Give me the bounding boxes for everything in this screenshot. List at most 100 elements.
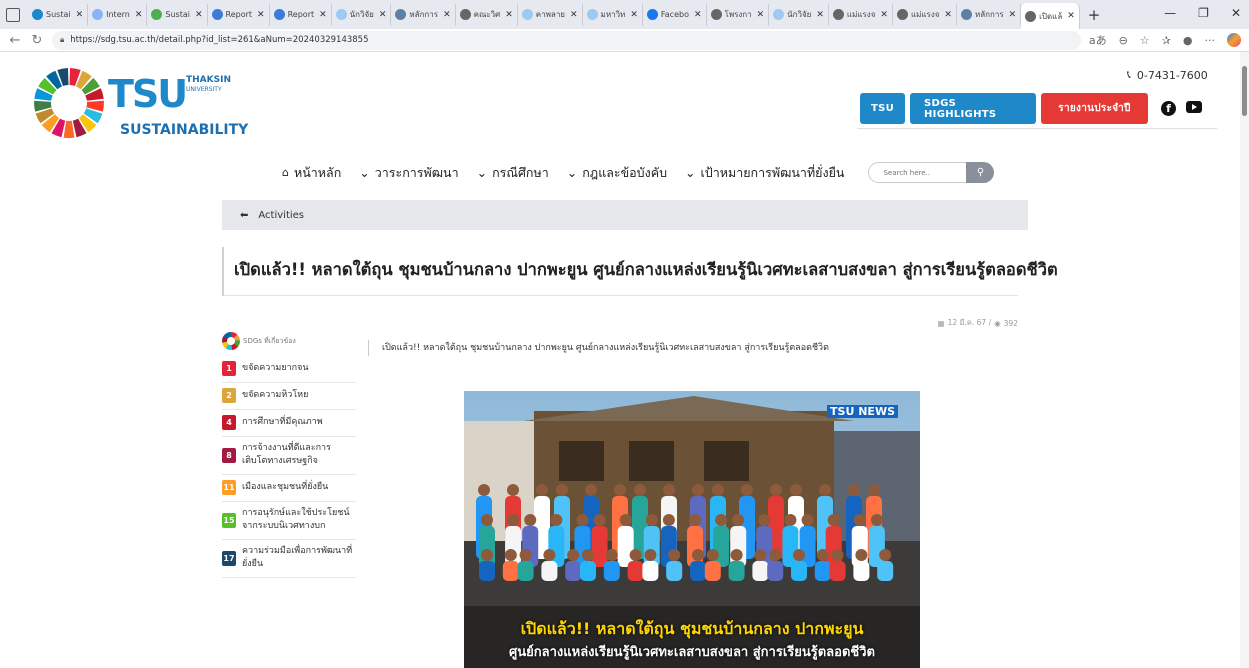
person-head	[524, 514, 537, 526]
nav-home[interactable]: ⌂ หน้าหลัก	[282, 163, 341, 183]
tab-actions-icon[interactable]	[6, 7, 20, 22]
person-head	[689, 514, 701, 526]
chevron-down-icon: ⌄	[359, 165, 370, 180]
read-aloud-icon[interactable]: aあ	[1089, 32, 1107, 48]
search-input[interactable]	[868, 162, 971, 183]
tab-title: คาพลาย	[535, 10, 565, 19]
tab-close-icon[interactable]: ✕	[570, 10, 578, 20]
sdg-item[interactable]: 8 การจ้างงานที่ดีและการเติบโตทางเศรษฐกิจ	[222, 437, 356, 475]
person-head	[855, 549, 868, 561]
tab-list: Sustai ✕ Intern ✕ Sustai ✕ Report ✕ Report ✕ นักวิ…	[28, 0, 1080, 29]
tab-close-icon[interactable]: ✕	[443, 10, 451, 20]
sdg-label: การอนุรักษ์และใช้ประโยชน์จากระบบนิเวศทาง…	[242, 508, 350, 531]
browser-tab[interactable]: แม่แรงจ ✕	[893, 3, 957, 26]
browser-tab[interactable]: คณะวิศ ✕	[456, 3, 518, 26]
browser-tab[interactable]: Sustai ✕	[28, 3, 89, 26]
restore-icon[interactable]: ❐	[1198, 6, 1209, 20]
nav-item-regulations[interactable]: ⌄ กฎและข้อบังคับ	[567, 163, 667, 183]
sdg-item[interactable]: 17 ความร่วมมือเพื่อการพัฒนาที่ยั่งยืน	[222, 540, 356, 578]
facebook-icon[interactable]: f	[1161, 101, 1176, 116]
tab-close-icon[interactable]: ✕	[1009, 10, 1017, 20]
more-menu-icon[interactable]: ···	[1205, 34, 1216, 47]
browser-tab[interactable]: นักวิจัย ✕	[769, 3, 829, 26]
person-head	[819, 484, 831, 496]
browser-tab[interactable]: Intern ✕	[88, 3, 148, 26]
tab-close-icon[interactable]: ✕	[505, 10, 513, 20]
browser-tab[interactable]: หลักการ ✕	[957, 3, 1022, 26]
new-tab-icon[interactable]: +	[1080, 6, 1109, 24]
profile-icon[interactable]: ●	[1183, 34, 1193, 47]
browser-tab[interactable]: เปิดแล้ ✕	[1021, 3, 1080, 29]
browser-tab[interactable]: Report ✕	[208, 3, 270, 26]
sdg-item[interactable]: 15 การอนุรักษ์และใช้ประโยชน์จากระบบนิเวศท…	[222, 502, 356, 540]
browser-tab[interactable]: Report ✕	[270, 3, 332, 26]
tab-close-icon[interactable]: ✕	[880, 10, 888, 20]
tab-close-icon[interactable]: ✕	[379, 10, 387, 20]
breadcrumb-activities[interactable]: Activities	[258, 210, 304, 221]
browser-tab[interactable]: มหาวิท ✕	[583, 3, 643, 26]
person-head	[801, 514, 814, 526]
nav-item-agenda[interactable]: ⌄ วาระการพัฒนา	[359, 163, 458, 183]
tab-close-icon[interactable]: ✕	[816, 10, 824, 20]
zoom-icon[interactable]: ⊖	[1119, 34, 1128, 47]
logo-university-text: THAKSIN UNIVERSITY	[186, 76, 231, 94]
tab-close-icon[interactable]: ✕	[944, 10, 952, 20]
back-arrow-icon[interactable]: ⬅	[240, 210, 248, 221]
sdg-wheel-icon	[222, 332, 240, 350]
person-head	[816, 549, 829, 561]
person-head	[732, 514, 745, 526]
sdgs-highlights-button[interactable]: SDGS HIGHLIGHTS	[910, 93, 1036, 124]
browser-tab[interactable]: โพรงกา ✕	[707, 3, 770, 26]
minimize-icon[interactable]: —	[1164, 6, 1176, 20]
person-head	[629, 549, 642, 561]
copilot-icon[interactable]	[1227, 33, 1241, 47]
nav-item-case-studies[interactable]: ⌄ กรณีศึกษา	[477, 163, 549, 183]
tab-close-icon[interactable]: ✕	[76, 10, 84, 20]
person-head	[556, 484, 568, 496]
browser-tab[interactable]: หลักการ ✕	[391, 3, 456, 26]
scrollbar-thumb[interactable]	[1242, 66, 1247, 116]
sdg-item[interactable]: 4 การศึกษาที่มีคุณภาพ	[222, 410, 356, 437]
nav-item-label: วาระการพัฒนา	[374, 164, 459, 180]
back-icon[interactable]: ←	[8, 33, 22, 48]
page-scrollbar[interactable]	[1240, 52, 1249, 668]
related-sdgs-title: SDGs ที่เกี่ยวข้อง	[243, 336, 296, 345]
youtube-icon[interactable]	[1186, 101, 1202, 113]
tab-title: Facebo	[660, 10, 689, 19]
nav-home-label: หน้าหลัก	[293, 164, 342, 180]
refresh-icon[interactable]: ↻	[30, 33, 44, 48]
sdg-item[interactable]: 2 ขจัดความหิวโหย	[222, 383, 356, 410]
sdg-label: ขจัดความหิวโหย	[242, 390, 309, 400]
person-head	[567, 549, 580, 561]
tab-close-icon[interactable]: ✕	[630, 10, 638, 20]
tab-close-icon[interactable]: ✕	[135, 10, 143, 20]
site-info-icon[interactable]: 🔒︎	[60, 35, 64, 45]
person-head	[848, 484, 860, 496]
nav-item-sdg-goals[interactable]: ⌄ เป้าหมายการพัฒนาที่ยั่งยืน	[685, 163, 844, 183]
tab-title: นักวิจัย	[787, 10, 812, 19]
article-photo[interactable]: TSU NEWS เปิดแล้ว!! หลาดใต้ถุน ชุมชนบ้าน…	[464, 391, 920, 668]
annual-report-button[interactable]: รายงานประจำปี	[1041, 93, 1148, 124]
tab-close-icon[interactable]: ✕	[257, 10, 265, 20]
sdg-number-badge: 8	[222, 447, 236, 463]
tab-close-icon[interactable]: ✕	[1067, 11, 1075, 21]
site-logo[interactable]: TSU THAKSIN UNIVERSITY SUSTAINABILITY	[32, 64, 248, 144]
browser-tab[interactable]: นักวิจัย ✕	[332, 3, 392, 26]
tab-title: หลักการ	[409, 10, 439, 19]
tsu-button[interactable]: TSU	[860, 93, 905, 124]
search-icon[interactable]: ⚲	[966, 162, 995, 183]
close-window-icon[interactable]: ✕	[1231, 6, 1241, 20]
url-field[interactable]: 🔒︎ https://sdg.tsu.ac.th/detail.php?id_l…	[52, 30, 1081, 50]
browser-tab[interactable]: Sustai ✕	[147, 3, 208, 26]
tab-close-icon[interactable]: ✕	[319, 10, 327, 20]
favorite-star-icon[interactable]: ☆	[1140, 34, 1150, 47]
sdg-item[interactable]: 1 ขจัดความยากจน	[222, 356, 356, 383]
favorites-icon[interactable]: ✰	[1162, 34, 1171, 47]
tab-close-icon[interactable]: ✕	[757, 10, 765, 20]
tab-close-icon[interactable]: ✕	[195, 10, 203, 20]
sdg-item[interactable]: 11 เมืองและชุมชนที่ยั่งยืน	[222, 475, 356, 502]
browser-tab[interactable]: คาพลาย ✕	[518, 3, 583, 26]
tab-close-icon[interactable]: ✕	[694, 10, 702, 20]
browser-tab[interactable]: Facebo ✕	[643, 3, 707, 26]
browser-tab[interactable]: แม่แรงจ ✕	[829, 3, 893, 26]
